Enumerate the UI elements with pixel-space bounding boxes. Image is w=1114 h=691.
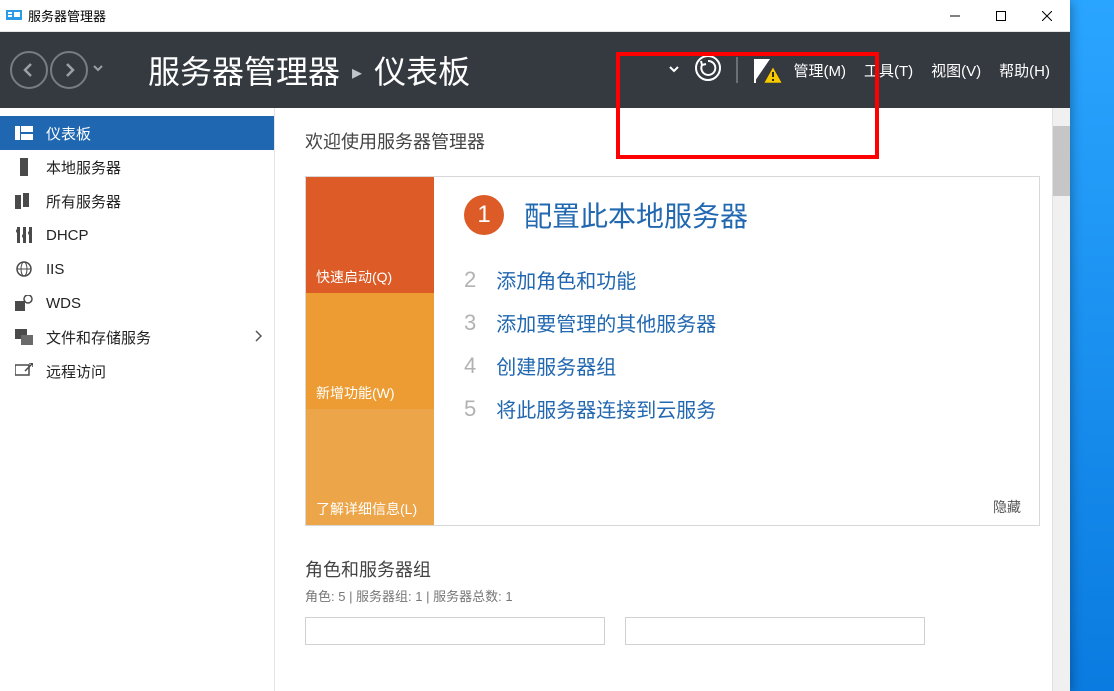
sidebar-label: 仪表板 bbox=[46, 123, 91, 144]
step-configure-local[interactable]: 1 配置此本地服务器 bbox=[464, 195, 1009, 235]
dashboard-icon bbox=[14, 126, 34, 140]
sidebar-item-remote-access[interactable]: 远程访问 bbox=[0, 354, 274, 388]
tile-whats-new[interactable]: 新增功能(W) bbox=[306, 293, 434, 409]
step-label: 将此服务器连接到云服务 bbox=[496, 394, 716, 423]
sidebar-item-local-server[interactable]: 本地服务器 bbox=[0, 150, 274, 184]
wds-icon bbox=[14, 295, 34, 311]
ribbon-header: 服务器管理器 ▸ 仪表板 bbox=[0, 32, 1070, 108]
server-manager-window: 服务器管理器 bbox=[0, 0, 1070, 691]
step-add-roles[interactable]: 2 添加角色和功能 bbox=[464, 265, 1009, 294]
hide-link[interactable]: 隐藏 bbox=[993, 497, 1021, 517]
sidebar-label: 远程访问 bbox=[46, 361, 106, 382]
step-number: 5 bbox=[464, 396, 476, 422]
step-number: 4 bbox=[464, 353, 476, 379]
ribbon-dropdown-icon[interactable] bbox=[668, 62, 680, 79]
servers-icon bbox=[14, 193, 34, 209]
quick-start-panel: 快速启动(Q) 新增功能(W) 了解详细信息(L) 1 配置此本地服务器 2 添… bbox=[305, 176, 1040, 526]
sidebar-item-dhcp[interactable]: DHCP bbox=[0, 218, 274, 252]
chevron-right-icon bbox=[254, 329, 262, 346]
step-create-group[interactable]: 4 创建服务器组 bbox=[464, 351, 1009, 380]
groups-title: 角色和服务器组 bbox=[305, 556, 1040, 582]
group-card[interactable] bbox=[305, 617, 605, 645]
menu-manage[interactable]: 管理(M) bbox=[794, 60, 847, 81]
sidebar-item-iis[interactable]: IIS bbox=[0, 252, 274, 286]
window-title: 服务器管理器 bbox=[28, 6, 106, 25]
sidebar-label: IIS bbox=[46, 261, 64, 278]
tile-learn-more[interactable]: 了解详细信息(L) bbox=[306, 409, 434, 525]
dhcp-icon bbox=[14, 227, 34, 243]
scrollbar[interactable] bbox=[1052, 108, 1070, 691]
maximize-button[interactable] bbox=[978, 0, 1024, 32]
step-label: 配置此本地服务器 bbox=[524, 195, 748, 235]
app-icon bbox=[6, 8, 22, 24]
separator bbox=[736, 57, 738, 83]
warning-icon bbox=[764, 67, 782, 87]
scrollbar-thumb[interactable] bbox=[1053, 126, 1070, 196]
step-add-servers[interactable]: 3 添加要管理的其他服务器 bbox=[464, 308, 1009, 337]
remote-icon bbox=[14, 363, 34, 379]
menu-help[interactable]: 帮助(H) bbox=[999, 60, 1050, 81]
titlebar: 服务器管理器 bbox=[0, 0, 1070, 32]
welcome-title: 欢迎使用服务器管理器 bbox=[305, 128, 1040, 154]
menu-view[interactable]: 视图(V) bbox=[931, 60, 981, 81]
sidebar-label: 文件和存储服务 bbox=[46, 327, 151, 348]
roles-groups-section: 角色和服务器组 角色: 5 | 服务器组: 1 | 服务器总数: 1 bbox=[305, 556, 1040, 645]
sidebar-item-wds[interactable]: WDS bbox=[0, 286, 274, 320]
sidebar-item-all-servers[interactable]: 所有服务器 bbox=[0, 184, 274, 218]
breadcrumb-root[interactable]: 服务器管理器 bbox=[148, 47, 340, 93]
sidebar-label: DHCP bbox=[46, 227, 89, 244]
groups-subtitle: 角色: 5 | 服务器组: 1 | 服务器总数: 1 bbox=[305, 586, 1040, 605]
step-label: 添加角色和功能 bbox=[496, 265, 636, 294]
notifications-button[interactable] bbox=[752, 57, 776, 83]
nav-history-dropdown[interactable] bbox=[92, 61, 104, 79]
server-icon bbox=[14, 158, 34, 176]
storage-icon bbox=[14, 329, 34, 345]
breadcrumb-current: 仪表板 bbox=[374, 47, 470, 93]
step-number: 1 bbox=[464, 195, 504, 235]
step-cloud[interactable]: 5 将此服务器连接到云服务 bbox=[464, 394, 1009, 423]
sidebar: 仪表板 本地服务器 所有服务器 DHCP IIS bbox=[0, 108, 275, 691]
nav-back-button[interactable] bbox=[10, 51, 48, 89]
breadcrumb: 服务器管理器 ▸ 仪表板 bbox=[148, 47, 470, 93]
step-label: 创建服务器组 bbox=[496, 351, 616, 380]
sidebar-label: 所有服务器 bbox=[46, 191, 121, 212]
step-number: 3 bbox=[464, 310, 476, 336]
tile-quick-start[interactable]: 快速启动(Q) bbox=[306, 177, 434, 293]
sidebar-item-file-storage[interactable]: 文件和存储服务 bbox=[0, 320, 274, 354]
refresh-button[interactable] bbox=[694, 54, 722, 86]
sidebar-item-dashboard[interactable]: 仪表板 bbox=[0, 116, 274, 150]
sidebar-label: 本地服务器 bbox=[46, 157, 121, 178]
iis-icon bbox=[14, 261, 34, 277]
close-button[interactable] bbox=[1024, 0, 1070, 32]
step-number: 2 bbox=[464, 267, 476, 293]
step-label: 添加要管理的其他服务器 bbox=[496, 308, 716, 337]
menu-tools[interactable]: 工具(T) bbox=[864, 60, 913, 81]
minimize-button[interactable] bbox=[932, 0, 978, 32]
main-content: 欢迎使用服务器管理器 快速启动(Q) 新增功能(W) 了解详细信息(L) 1 配… bbox=[275, 108, 1070, 691]
nav-forward-button[interactable] bbox=[50, 51, 88, 89]
group-card[interactable] bbox=[625, 617, 925, 645]
sidebar-label: WDS bbox=[46, 295, 81, 312]
chevron-right-icon: ▸ bbox=[352, 60, 362, 85]
